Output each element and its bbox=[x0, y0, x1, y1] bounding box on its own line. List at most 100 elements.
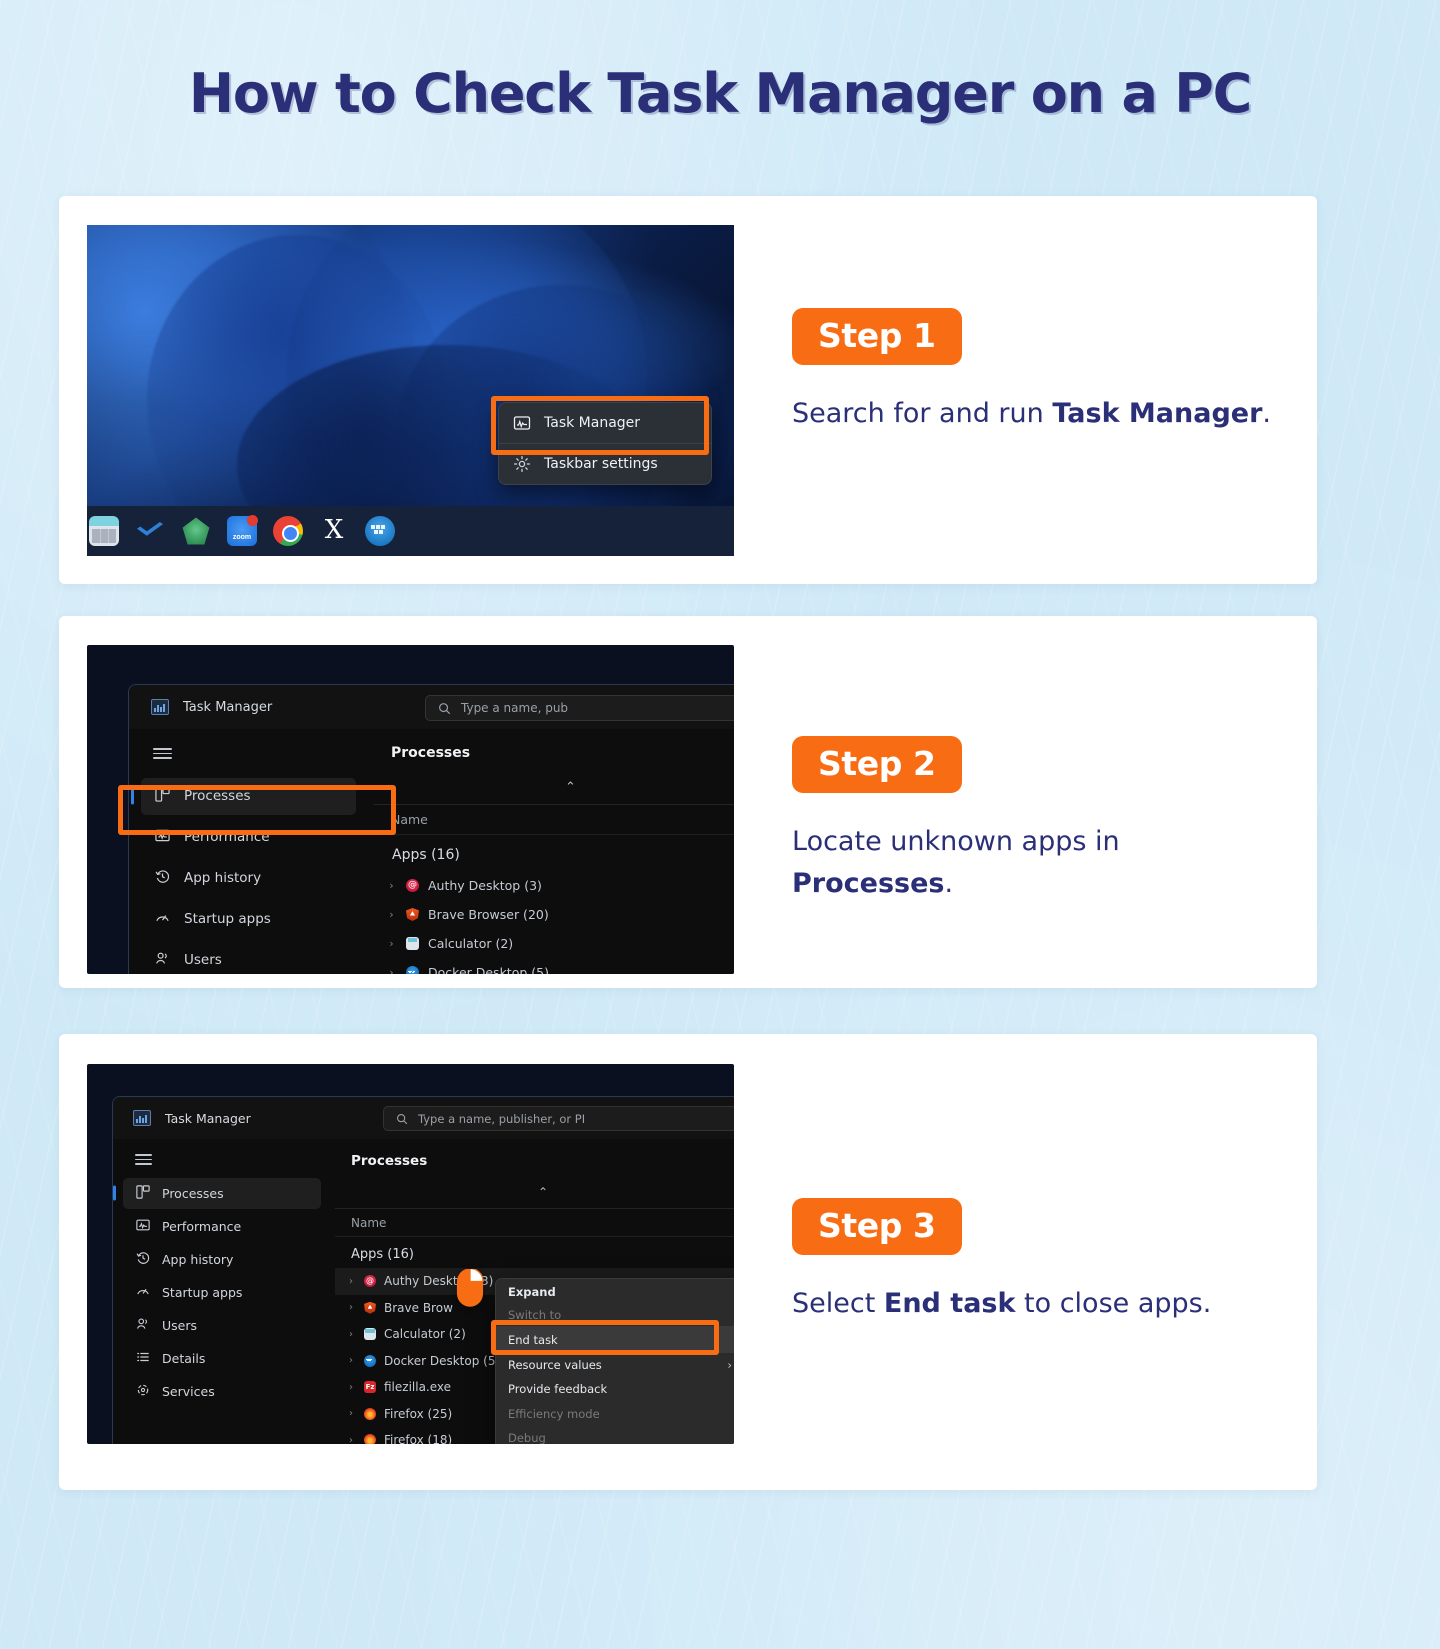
context-menu-item-expand[interactable]: Expand bbox=[496, 1279, 734, 1304]
task-manager-sidebar-2: Processes Performance App history Startu… bbox=[129, 729, 374, 974]
context-menu-label: Efficiency mode bbox=[508, 1406, 600, 1421]
step-1-description: Search for and run Task Manager. bbox=[792, 393, 1271, 435]
chevron-right-icon[interactable]: › bbox=[346, 1329, 356, 1340]
table-row[interactable]: › Brave Browser (20) bbox=[374, 900, 734, 929]
search-input[interactable]: Type a name, publisher, or PI bbox=[383, 1106, 734, 1131]
windows-taskbar[interactable]: X bbox=[87, 506, 734, 556]
docker-icon bbox=[364, 1354, 376, 1367]
search-icon bbox=[396, 1113, 408, 1124]
process-name: Docker Desktop (5) bbox=[428, 965, 549, 974]
sidebar-item-performance[interactable]: Performance bbox=[141, 819, 356, 856]
task-manager-window-2: Task Manager Type a name, pub Processes … bbox=[128, 684, 734, 974]
sidebar-item-processes[interactable]: Processes bbox=[131, 777, 356, 815]
green-diamond-icon[interactable] bbox=[181, 516, 211, 546]
startup-apps-icon bbox=[136, 1284, 150, 1301]
authy-icon bbox=[406, 879, 419, 892]
zoom-icon[interactable] bbox=[227, 515, 258, 546]
chevron-up-icon[interactable]: ⌃ bbox=[374, 775, 734, 799]
column-header-name[interactable]: Name bbox=[335, 1209, 734, 1237]
chevron-right-icon[interactable]: › bbox=[346, 1382, 356, 1393]
task-manager-main-2: Processes ⌃ Name Apps (16) › Authy Deskt… bbox=[374, 729, 734, 974]
sidebar-item-users[interactable]: Users bbox=[123, 1310, 321, 1341]
chevron-up-icon[interactable]: ⌃ bbox=[335, 1181, 734, 1203]
chevron-right-icon[interactable]: › bbox=[386, 908, 397, 921]
context-menu-item-debug: Debug bbox=[496, 1426, 734, 1444]
sidebar-item-users[interactable]: Users bbox=[141, 942, 356, 974]
sidebar-item-startup-apps[interactable]: Startup apps bbox=[141, 901, 356, 938]
step-3-description: Select End task to close apps. bbox=[792, 1283, 1211, 1325]
sidebar-item-startup-apps[interactable]: Startup apps bbox=[123, 1277, 321, 1308]
page-title: How to Check Task Manager on a PC bbox=[188, 62, 1252, 125]
checkmark-icon[interactable] bbox=[135, 516, 165, 546]
search-placeholder: Type a name, publisher, or PI bbox=[418, 1111, 586, 1126]
step-1-desc-bold: Task Manager bbox=[1052, 398, 1263, 429]
performance-icon bbox=[136, 1218, 150, 1235]
hamburger-menu-icon[interactable] bbox=[113, 1143, 335, 1176]
sidebar-item-services[interactable]: Services bbox=[123, 1376, 321, 1407]
context-menu-item-task-manager[interactable]: Task Manager bbox=[499, 403, 711, 443]
context-menu-item-resource-values[interactable]: Resource values › bbox=[496, 1353, 734, 1377]
context-menu-item-taskbar-settings[interactable]: Taskbar settings bbox=[499, 443, 711, 484]
step-3-desc-pre: Select bbox=[792, 1288, 884, 1319]
chevron-right-icon[interactable]: › bbox=[346, 1355, 356, 1366]
filezilla-icon bbox=[364, 1381, 376, 1394]
process-name: filezilla.exe bbox=[384, 1380, 452, 1395]
table-row[interactable]: › Authy Desktop (3) bbox=[374, 871, 734, 900]
context-menu-item-provide-feedback[interactable]: Provide feedback bbox=[496, 1377, 734, 1401]
chevron-right-icon[interactable]: › bbox=[346, 1435, 356, 1444]
sidebar-item-app-history[interactable]: App history bbox=[141, 860, 356, 897]
search-icon bbox=[439, 702, 451, 714]
taskbar-context-menu[interactable]: Task Manager Taskbar settings bbox=[498, 402, 712, 485]
process-context-menu[interactable]: Expand Switch to End task Resource value… bbox=[495, 1278, 734, 1444]
context-menu-label: End task bbox=[508, 1332, 558, 1347]
chevron-right-icon: › bbox=[727, 1358, 732, 1372]
calculator-icon[interactable] bbox=[89, 516, 119, 546]
authy-icon bbox=[364, 1275, 376, 1288]
context-menu-label: Resource values bbox=[508, 1358, 602, 1372]
sidebar-item-processes[interactable]: Processes bbox=[113, 1177, 321, 1209]
table-row[interactable]: › Calculator (2) bbox=[374, 929, 734, 958]
process-name: Calculator (2) bbox=[428, 936, 514, 951]
step-3-desc-bold: End task bbox=[883, 1288, 1016, 1319]
column-header-name[interactable]: Name bbox=[374, 805, 734, 835]
services-icon bbox=[136, 1383, 150, 1400]
hamburger-menu-icon[interactable] bbox=[129, 735, 374, 774]
step-3-screenshot: Task Manager Type a name, publisher, or … bbox=[87, 1064, 734, 1444]
table-row[interactable]: › Docker Desktop (5) bbox=[374, 958, 734, 974]
sidebar-item-performance[interactable]: Performance bbox=[123, 1211, 321, 1242]
x-app-icon[interactable]: X bbox=[319, 516, 349, 546]
docker-icon[interactable] bbox=[365, 516, 395, 546]
chevron-right-icon[interactable]: › bbox=[346, 1276, 356, 1287]
step-1-badge: Step 1 bbox=[792, 308, 962, 365]
step-2-badge: Step 2 bbox=[792, 736, 962, 793]
right-click-cursor bbox=[456, 1269, 484, 1307]
task-manager-icon bbox=[513, 414, 531, 432]
context-menu-item-switch-to: Switch to bbox=[496, 1304, 734, 1326]
chevron-right-icon[interactable]: › bbox=[346, 1408, 356, 1419]
context-menu-item-end-task[interactable]: End task bbox=[496, 1326, 734, 1353]
process-name: Brave Browser (20) bbox=[428, 907, 549, 922]
startup-apps-icon bbox=[155, 910, 170, 929]
step-3-text-block: Step 3 Select End task to close apps. bbox=[792, 1198, 1211, 1325]
processes-icon bbox=[155, 787, 170, 806]
sidebar-item-label: App history bbox=[162, 1251, 234, 1267]
context-menu-label: Debug bbox=[508, 1431, 546, 1444]
chevron-right-icon[interactable]: › bbox=[386, 966, 397, 974]
details-icon bbox=[136, 1350, 150, 1367]
search-input[interactable]: Type a name, pub bbox=[425, 695, 734, 721]
chevron-right-icon[interactable]: › bbox=[386, 879, 397, 892]
brave-icon bbox=[406, 908, 419, 921]
chrome-icon[interactable] bbox=[273, 516, 303, 546]
sidebar-item-details[interactable]: Details bbox=[123, 1343, 321, 1374]
step-2-desc-post: . bbox=[944, 867, 954, 899]
chevron-right-icon[interactable]: › bbox=[386, 937, 397, 950]
chevron-right-icon[interactable]: › bbox=[346, 1302, 356, 1313]
toolbar: ⌃ bbox=[374, 775, 734, 805]
group-header-apps: Apps (16) bbox=[392, 847, 460, 863]
sidebar-item-app-history[interactable]: App history bbox=[123, 1244, 321, 1275]
sidebar-item-label: Performance bbox=[162, 1218, 242, 1234]
step-2-desc-bold: Processes bbox=[792, 867, 945, 899]
step-2-card: Task Manager Type a name, pub Processes … bbox=[59, 616, 1317, 988]
toolbar: ⌃ bbox=[335, 1181, 734, 1209]
sidebar-item-label: Processes bbox=[162, 1185, 224, 1201]
